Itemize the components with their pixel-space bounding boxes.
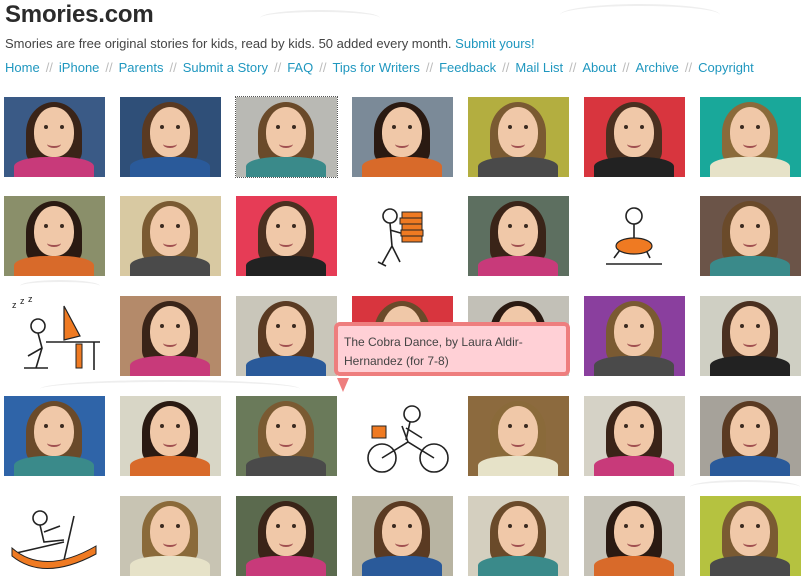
svg-text:z: z (28, 296, 33, 304)
story-thumbnail-portrait[interactable] (4, 196, 105, 276)
tagline-text: Smories are free original stories for ki… (5, 36, 452, 51)
story-thumbnail-portrait[interactable] (468, 97, 569, 177)
nav-faq[interactable]: FAQ (287, 60, 313, 75)
story-thumbnail-books-carrier-drawing[interactable] (352, 196, 453, 276)
story-thumbnail-portrait[interactable] (120, 196, 221, 276)
story-thumbnail-portrait[interactable] (120, 496, 221, 576)
nav-about[interactable]: About (582, 60, 616, 75)
nav-copyright[interactable]: Copyright (698, 60, 754, 75)
nav-tips-for-writers[interactable]: Tips for Writers (332, 60, 419, 75)
story-thumbnail-cyclist-drawing[interactable] (352, 396, 453, 476)
story-thumbnail-portrait[interactable] (236, 196, 337, 276)
story-thumbnail-portrait[interactable] (236, 296, 337, 376)
story-thumbnail-portrait[interactable] (120, 396, 221, 476)
nav-archive[interactable]: Archive (636, 60, 679, 75)
story-thumbnail-portrait[interactable] (700, 496, 801, 576)
tooltip-text: The Cobra Dance, by Laura Aldir-Hernande… (344, 335, 523, 368)
story-thumbnail-portrait[interactable] (584, 296, 685, 376)
svg-text:z: z (20, 296, 25, 306)
nav-separator: // (45, 60, 53, 75)
story-thumbnail-portrait[interactable] (235, 96, 338, 178)
story-thumbnail-portrait[interactable] (352, 496, 453, 576)
svg-text:z: z (12, 300, 17, 310)
decorative-stroke (260, 10, 380, 26)
story-thumbnail-portrait[interactable] (468, 396, 569, 476)
story-thumbnail-portrait[interactable] (700, 396, 801, 476)
story-thumbnail-portrait[interactable] (468, 196, 569, 276)
nav-separator: // (684, 60, 693, 75)
story-thumbnail-portrait[interactable] (352, 97, 453, 177)
story-tooltip: The Cobra Dance, by Laura Aldir-Hernande… (334, 322, 570, 376)
nav-separator: // (502, 60, 510, 75)
decorative-stroke (560, 4, 720, 26)
nav-mail-list[interactable]: Mail List (515, 60, 563, 75)
nav-feedback[interactable]: Feedback (439, 60, 496, 75)
story-thumbnail-portrait[interactable] (120, 296, 221, 376)
nav-separator: // (569, 60, 577, 75)
story-thumbnail-portrait[interactable] (4, 97, 105, 177)
nav-separator: // (319, 60, 327, 75)
nav-iphone[interactable]: iPhone (59, 60, 99, 75)
story-thumbnail-swimmer-drawing[interactable] (584, 196, 685, 276)
story-thumbnail-portrait[interactable] (700, 296, 801, 376)
story-thumbnail-portrait[interactable] (236, 396, 337, 476)
nav-separator: // (425, 60, 434, 75)
nav-separator: // (105, 60, 113, 75)
story-thumbnail-portrait[interactable] (700, 196, 801, 276)
nav-submit-story[interactable]: Submit a Story (183, 60, 268, 75)
story-thumbnail-portrait[interactable] (584, 97, 685, 177)
nav-parents[interactable]: Parents (119, 60, 164, 75)
submit-yours-link[interactable]: Submit yours! (455, 36, 534, 51)
story-thumbnail-portrait[interactable] (584, 496, 685, 576)
decorative-stroke (20, 280, 100, 292)
story-thumbnail-portrait[interactable] (4, 396, 105, 476)
tooltip-pointer (337, 378, 349, 392)
nav-separator: // (169, 60, 177, 75)
story-thumbnail-portrait[interactable] (584, 396, 685, 476)
story-thumbnail-portrait[interactable] (700, 97, 801, 177)
tagline: Smories are free original stories for ki… (5, 36, 535, 51)
nav-home[interactable]: Home (5, 60, 40, 75)
story-thumbnail-portrait[interactable] (468, 496, 569, 576)
story-thumbnail-sleeping-computer-drawing[interactable]: zzz (4, 296, 105, 376)
site-title[interactable]: Smories.com (5, 1, 154, 29)
story-thumbnail-portrait[interactable] (120, 97, 221, 177)
decorative-stroke (690, 480, 800, 494)
story-thumbnail-rowboat-drawing[interactable] (4, 496, 105, 576)
nav-separator: // (273, 60, 282, 75)
story-thumbnail-portrait[interactable] (236, 496, 337, 576)
nav-separator: // (622, 60, 630, 75)
main-nav: Home // iPhone // Parents // Submit a Story // F… (5, 60, 754, 75)
